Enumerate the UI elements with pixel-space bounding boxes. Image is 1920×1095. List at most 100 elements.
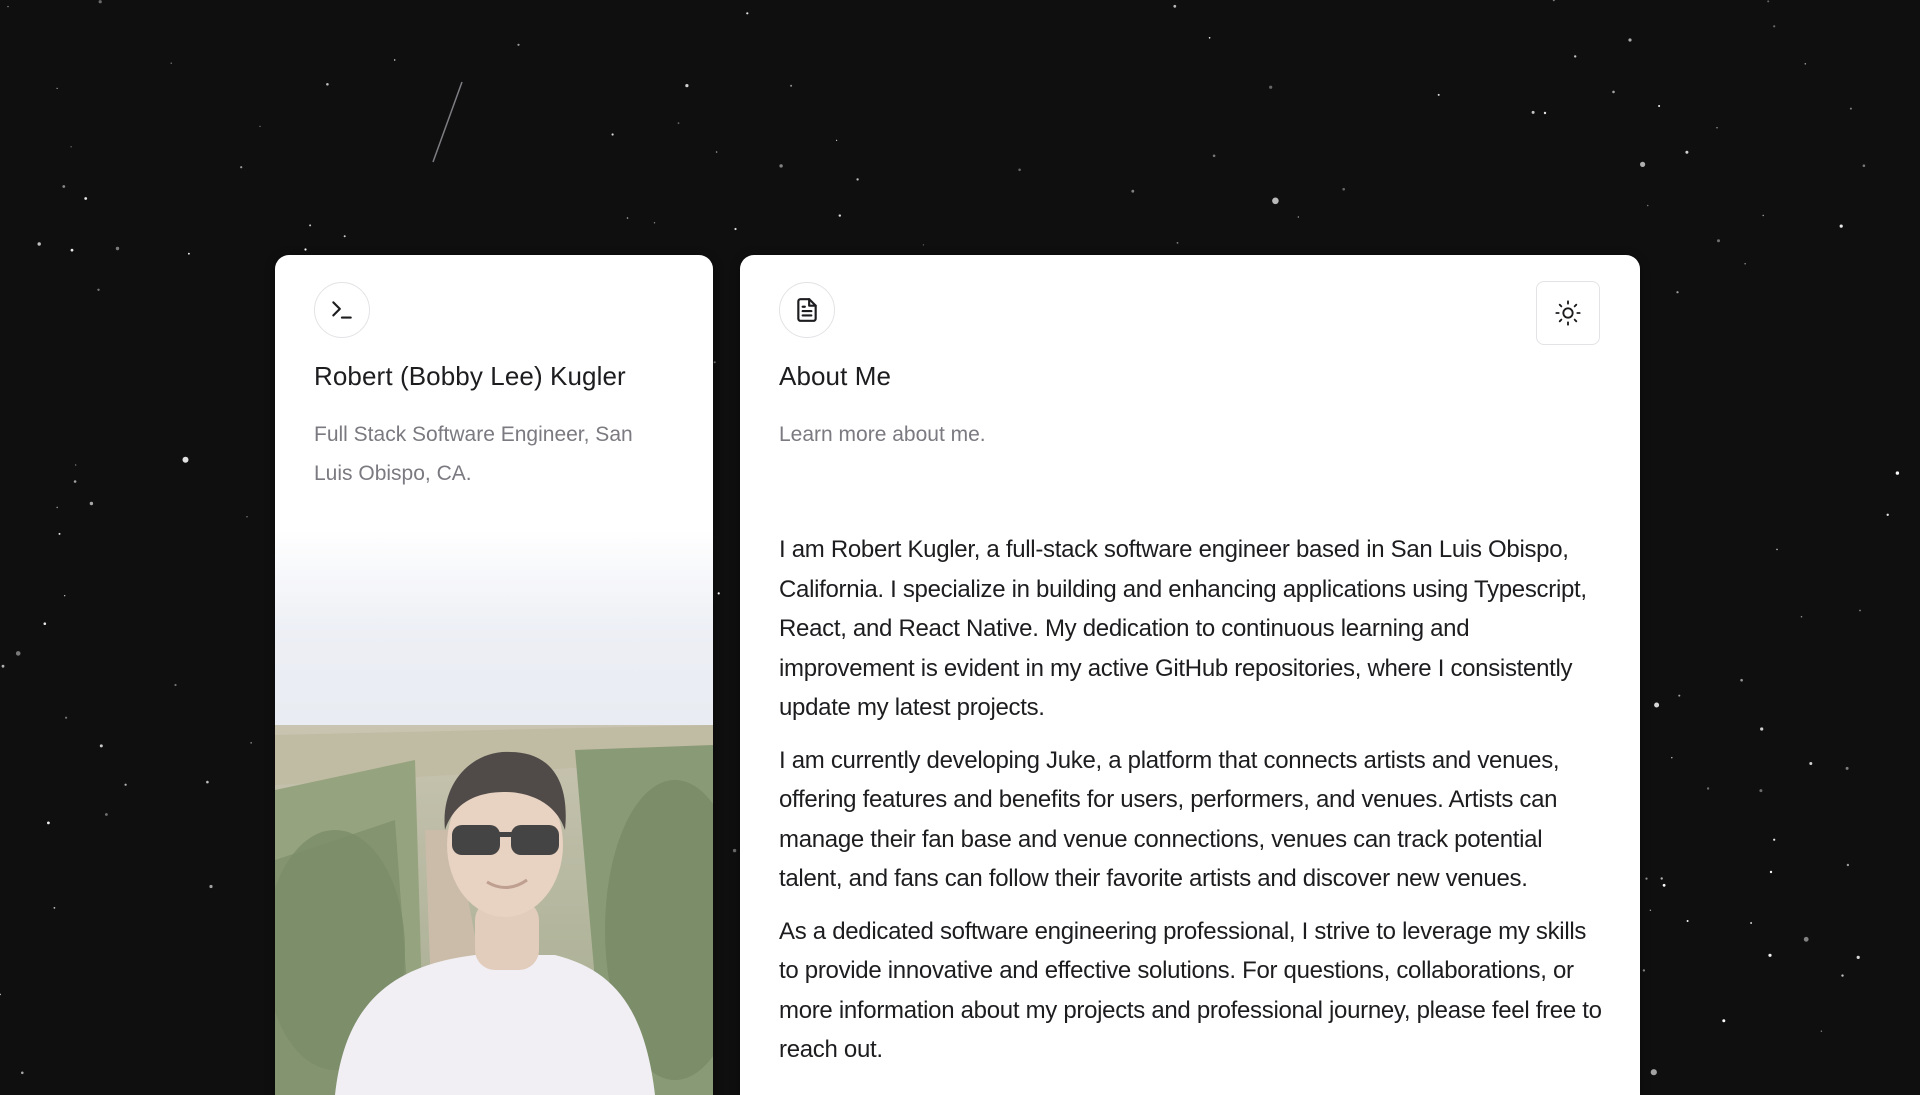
star bbox=[1845, 766, 1849, 770]
star bbox=[1212, 154, 1216, 158]
star bbox=[1800, 615, 1803, 618]
star bbox=[124, 783, 127, 786]
star bbox=[1342, 187, 1345, 191]
star bbox=[37, 242, 41, 246]
star bbox=[1820, 1030, 1823, 1032]
star bbox=[1740, 678, 1743, 682]
about-card: About Me Learn more about me. I am Rober… bbox=[740, 255, 1640, 1095]
star bbox=[21, 1071, 24, 1075]
star bbox=[922, 244, 925, 246]
star bbox=[1642, 969, 1646, 972]
star bbox=[1769, 870, 1773, 874]
star bbox=[58, 532, 61, 535]
star bbox=[1131, 189, 1135, 193]
star bbox=[517, 43, 520, 46]
star bbox=[653, 222, 656, 224]
star bbox=[1768, 953, 1772, 957]
star bbox=[70, 146, 72, 148]
document-icon-badge bbox=[779, 282, 835, 338]
star bbox=[47, 821, 50, 825]
star bbox=[1804, 63, 1807, 65]
star bbox=[170, 62, 172, 64]
star bbox=[1767, 0, 1770, 3]
star bbox=[1662, 883, 1666, 887]
star bbox=[1750, 922, 1753, 924]
star bbox=[1574, 55, 1577, 58]
star bbox=[73, 480, 77, 483]
star bbox=[1839, 224, 1843, 228]
star bbox=[1846, 863, 1850, 867]
star bbox=[611, 133, 614, 136]
star bbox=[838, 214, 841, 217]
star bbox=[1862, 164, 1866, 167]
star bbox=[240, 166, 243, 169]
about-bio: I am Robert Kugler, a full-stack softwar… bbox=[779, 530, 1609, 1083]
star bbox=[1686, 920, 1689, 922]
terminal-icon bbox=[332, 301, 352, 319]
star bbox=[1760, 727, 1764, 731]
about-title: About Me bbox=[779, 361, 892, 391]
bio-paragraph: I am Robert Kugler, a full-stack softwar… bbox=[779, 536, 1587, 721]
star bbox=[56, 87, 58, 89]
star bbox=[677, 122, 680, 124]
shooting-star bbox=[432, 81, 463, 163]
star bbox=[250, 742, 252, 744]
star bbox=[1803, 936, 1809, 942]
star bbox=[1678, 694, 1681, 697]
star bbox=[1018, 168, 1021, 172]
star bbox=[326, 83, 329, 86]
star bbox=[343, 235, 346, 238]
profile-name: Robert (Bobby Lee) Kugler bbox=[314, 361, 626, 391]
star bbox=[15, 651, 21, 656]
star bbox=[56, 506, 58, 509]
bio-paragraph: As a dedicated software engineering prof… bbox=[779, 917, 1602, 1064]
star bbox=[246, 516, 248, 518]
star bbox=[1886, 513, 1889, 516]
star bbox=[304, 248, 307, 251]
star bbox=[1716, 127, 1718, 129]
star bbox=[174, 683, 177, 687]
star bbox=[1676, 291, 1679, 294]
star bbox=[1658, 105, 1661, 107]
star bbox=[7, 5, 9, 8]
star bbox=[1208, 37, 1211, 39]
star bbox=[309, 224, 312, 227]
star bbox=[1809, 762, 1813, 765]
star bbox=[53, 907, 56, 909]
star bbox=[1776, 548, 1778, 551]
star bbox=[182, 456, 189, 463]
star bbox=[89, 501, 94, 506]
star bbox=[685, 84, 689, 88]
star bbox=[1895, 471, 1900, 475]
star bbox=[259, 125, 261, 127]
star bbox=[713, 361, 716, 364]
star bbox=[84, 197, 88, 200]
star bbox=[1640, 161, 1646, 167]
star bbox=[97, 288, 100, 291]
theme-toggle-button[interactable] bbox=[1536, 281, 1600, 345]
star bbox=[1717, 239, 1720, 243]
star bbox=[856, 178, 859, 181]
star bbox=[1531, 110, 1535, 114]
star bbox=[1706, 787, 1710, 790]
star bbox=[1297, 216, 1299, 218]
star bbox=[1269, 85, 1273, 89]
star bbox=[394, 59, 396, 61]
star bbox=[1646, 204, 1649, 207]
star bbox=[98, 0, 102, 4]
star bbox=[1654, 702, 1660, 708]
star bbox=[1773, 838, 1776, 841]
star bbox=[188, 252, 190, 255]
star bbox=[1645, 877, 1648, 880]
star bbox=[1649, 909, 1652, 911]
star bbox=[115, 246, 120, 251]
star bbox=[626, 217, 629, 219]
star bbox=[717, 592, 720, 595]
star bbox=[1856, 955, 1860, 960]
star bbox=[0, 993, 1, 996]
star bbox=[1859, 609, 1861, 612]
star bbox=[1773, 25, 1776, 28]
star bbox=[206, 780, 209, 784]
star bbox=[1176, 242, 1179, 244]
star bbox=[1744, 263, 1746, 265]
